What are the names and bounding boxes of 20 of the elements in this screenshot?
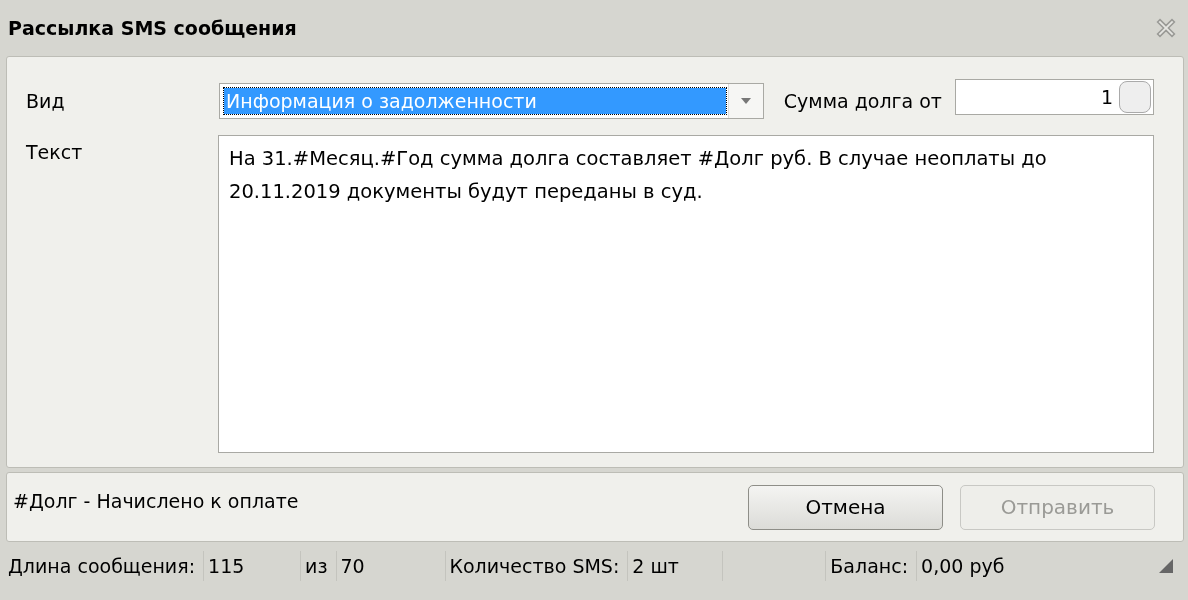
close-icon[interactable] — [1154, 16, 1178, 40]
message-textarea[interactable]: На 31.#Месяц.#Год сумма долга составляет #Долг руб. В случае неоплаты до 20.11.2019 документы будут переданы в суд. — [218, 135, 1154, 453]
status-label: из — [301, 551, 337, 581]
debt-label: Сумма долга от — [783, 90, 943, 112]
status-label: Длина сообщения: — [6, 551, 205, 581]
status-label: Количество SMS: — [445, 551, 629, 581]
status-value: 115 — [204, 551, 302, 581]
status-label: Баланс: — [826, 551, 918, 581]
cancel-button[interactable]: Отмена — [748, 484, 943, 530]
hint-text: #Долг - Начислено к оплате — [13, 490, 299, 512]
text-label: Текст — [26, 140, 84, 165]
status-value: 0,00 руб — [920, 554, 1006, 579]
debt-field[interactable]: 1 — [955, 79, 1154, 115]
window-title: Рассылка SMS сообщения — [8, 17, 297, 39]
spin-button[interactable] — [1119, 81, 1151, 113]
status-value: 2 шт — [628, 551, 724, 581]
status-value: 70 — [336, 551, 446, 581]
type-label: Вид — [26, 90, 66, 112]
caret-icon — [739, 97, 752, 105]
resize-grip-icon[interactable] — [1158, 558, 1174, 574]
